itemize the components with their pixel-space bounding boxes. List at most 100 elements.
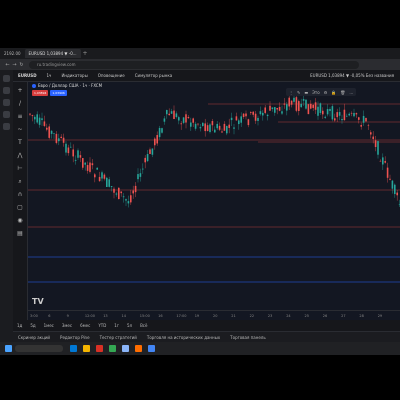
time-tick-label: 20 xyxy=(213,314,218,318)
symbol-search[interactable]: EURUSD xyxy=(13,73,42,78)
taskbar-app-icon[interactable] xyxy=(109,345,116,352)
panel-tab-4[interactable]: Торговая панель xyxy=(225,335,271,340)
sidebar-app-icon[interactable] xyxy=(3,123,10,130)
lock-icon[interactable]: ▢ xyxy=(17,204,24,211)
candle-body xyxy=(396,192,398,196)
drag-handle-icon[interactable]: ⋮ xyxy=(289,90,293,95)
color-icon[interactable]: ▬ xyxy=(304,90,308,95)
candle-body xyxy=(173,110,175,119)
zoom-icon[interactable]: ⌕ xyxy=(17,178,24,185)
candle-body xyxy=(38,117,41,125)
more-icon[interactable]: … xyxy=(349,90,353,95)
brush-icon[interactable]: ~ xyxy=(17,126,24,133)
settings-icon[interactable]: ⚙ xyxy=(324,90,328,95)
candle-body xyxy=(300,103,302,108)
crosshair-icon[interactable]: + xyxy=(17,87,24,94)
reload-icon[interactable]: ↻ xyxy=(18,62,25,68)
candle-body xyxy=(158,127,161,138)
taskbar-app-icon[interactable] xyxy=(122,345,129,352)
candle-body xyxy=(278,106,281,111)
sidebar-app-icon[interactable] xyxy=(3,75,10,82)
browser-tab-0[interactable]: 2192.00 xyxy=(0,49,25,58)
candle-body xyxy=(228,124,230,128)
range-0[interactable]: 1д xyxy=(13,323,26,328)
alert-button[interactable]: Оповещение xyxy=(93,73,130,78)
browser-tab-1[interactable]: EURUSD 1,03894 ▼ -0... xyxy=(24,49,81,58)
indicators-button[interactable]: Индикаторы xyxy=(56,73,92,78)
panel-tab-0[interactable]: Скринер акций xyxy=(13,335,55,340)
time-tick-label: 25 xyxy=(304,314,309,318)
trash-icon[interactable]: 🗑 xyxy=(340,90,345,95)
text-icon[interactable]: T xyxy=(17,139,24,146)
pen-icon[interactable]: ✎ xyxy=(297,90,300,95)
taskbar-app-icon[interactable] xyxy=(135,345,142,352)
candle-body xyxy=(307,104,310,115)
new-tab-icon[interactable]: + xyxy=(83,50,88,57)
range-3[interactable]: 3мес xyxy=(58,323,76,328)
sidebar-app-icon[interactable] xyxy=(3,87,10,94)
chart-canvas[interactable] xyxy=(28,82,400,310)
candle-body xyxy=(341,118,343,121)
interval-button[interactable]: 1ч xyxy=(42,73,57,78)
taskbar-app-icon[interactable] xyxy=(96,345,103,352)
measure-icon[interactable]: ⊢ xyxy=(17,165,24,172)
trend-line-icon[interactable]: / xyxy=(17,100,24,107)
drawbar-label[interactable]: Это xyxy=(312,90,320,95)
candle-body xyxy=(108,179,110,187)
candle-body xyxy=(223,123,226,131)
range-7[interactable]: 5л xyxy=(123,323,136,328)
taskbar-app-icon[interactable] xyxy=(148,345,155,352)
range-1[interactable]: 5д xyxy=(26,323,39,328)
candle-body xyxy=(41,118,43,121)
fib-icon[interactable]: ≡ xyxy=(17,113,24,120)
time-tick-label: 24 xyxy=(286,314,291,318)
range-4[interactable]: 6мес xyxy=(76,323,94,328)
buy-button[interactable]: 1,03906 xyxy=(50,90,67,96)
candle-body xyxy=(110,186,113,187)
sell-button[interactable]: 1,03894 xyxy=(32,90,49,96)
candle-body xyxy=(84,162,86,165)
sidebar-app-icon[interactable] xyxy=(3,99,10,106)
back-icon[interactable]: ← xyxy=(4,62,11,68)
candle-body xyxy=(310,103,312,109)
panel-tab-1[interactable]: Редактор Pine xyxy=(55,335,95,340)
candle-body xyxy=(58,138,60,142)
taskbar-search-field[interactable] xyxy=(15,345,63,352)
trash-icon[interactable]: ▤ xyxy=(17,230,24,237)
range-5[interactable]: YTD xyxy=(94,323,110,328)
forward-icon[interactable]: → xyxy=(11,62,18,68)
time-axis[interactable]: 3:00 6 9 12:00 13 14 15:00 16 17:00 19 20 21 22 23 24 2… xyxy=(28,310,400,320)
lock-icon[interactable]: 🔒 xyxy=(331,90,336,95)
panel-tab-2[interactable]: Тестер стратегий xyxy=(95,335,142,340)
candle-body xyxy=(377,141,379,155)
pattern-icon[interactable]: ⋀ xyxy=(17,152,24,159)
candle-body xyxy=(317,106,319,116)
candle-body xyxy=(235,116,238,121)
time-tick-label: 6 xyxy=(48,314,51,318)
taskbar-app-icon[interactable] xyxy=(70,345,77,352)
candle-body xyxy=(161,128,163,133)
candle-body xyxy=(206,125,209,131)
candle-body xyxy=(178,117,180,121)
candle-body xyxy=(334,118,336,121)
panel-tab-3[interactable]: Торговля на исторических данных xyxy=(142,335,225,340)
magnet-icon[interactable]: ∩ xyxy=(17,191,24,198)
range-8[interactable]: Всё xyxy=(136,323,151,328)
windows-start-icon[interactable] xyxy=(5,345,12,352)
candle-body xyxy=(271,107,274,110)
candle-body xyxy=(262,112,264,116)
eye-icon[interactable]: ◉ xyxy=(17,217,24,224)
taskbar-app-icon[interactable] xyxy=(83,345,90,352)
candle-body xyxy=(218,125,221,130)
candle-body xyxy=(199,127,202,129)
range-6[interactable]: 1г xyxy=(110,323,123,328)
replay-button[interactable]: Симулятор рынка xyxy=(130,73,178,78)
url-field[interactable]: ru.tradingview.com xyxy=(29,60,359,69)
symbol-dot-icon xyxy=(32,84,36,88)
candle-body xyxy=(89,162,91,172)
candle-body xyxy=(120,191,122,194)
candle-body xyxy=(132,190,134,194)
price-chart[interactable]: Евро / Доллар США · 1ч · FXCM 1,03894 1,… xyxy=(28,82,400,310)
range-2[interactable]: 1мес xyxy=(40,323,58,328)
sidebar-app-icon[interactable] xyxy=(3,111,10,118)
